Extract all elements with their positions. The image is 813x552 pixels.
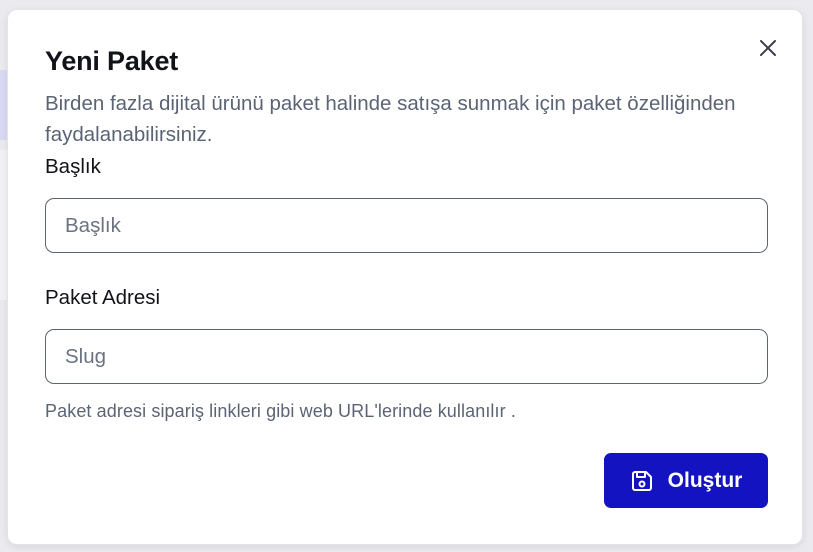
close-icon [760,40,776,56]
slug-field-label: Paket Adresi [45,286,161,309]
create-button-label: Oluştur [667,468,743,492]
close-button[interactable] [757,37,779,59]
title-field-label: Başlık [45,155,101,178]
dialog-description: Birden fazla dijital ürünü paket halinde… [45,92,736,146]
create-button[interactable]: Oluştur [604,453,768,508]
slug-input[interactable] [45,329,768,384]
dialog-title: Yeni Paket [45,46,179,76]
new-package-dialog: Yeni Paket Birden fazla dijital ürünü pa… [7,9,803,545]
title-input[interactable] [45,198,768,253]
save-icon [630,469,654,493]
slug-hint: Paket adresi sipariş linkleri gibi web U… [45,401,516,421]
